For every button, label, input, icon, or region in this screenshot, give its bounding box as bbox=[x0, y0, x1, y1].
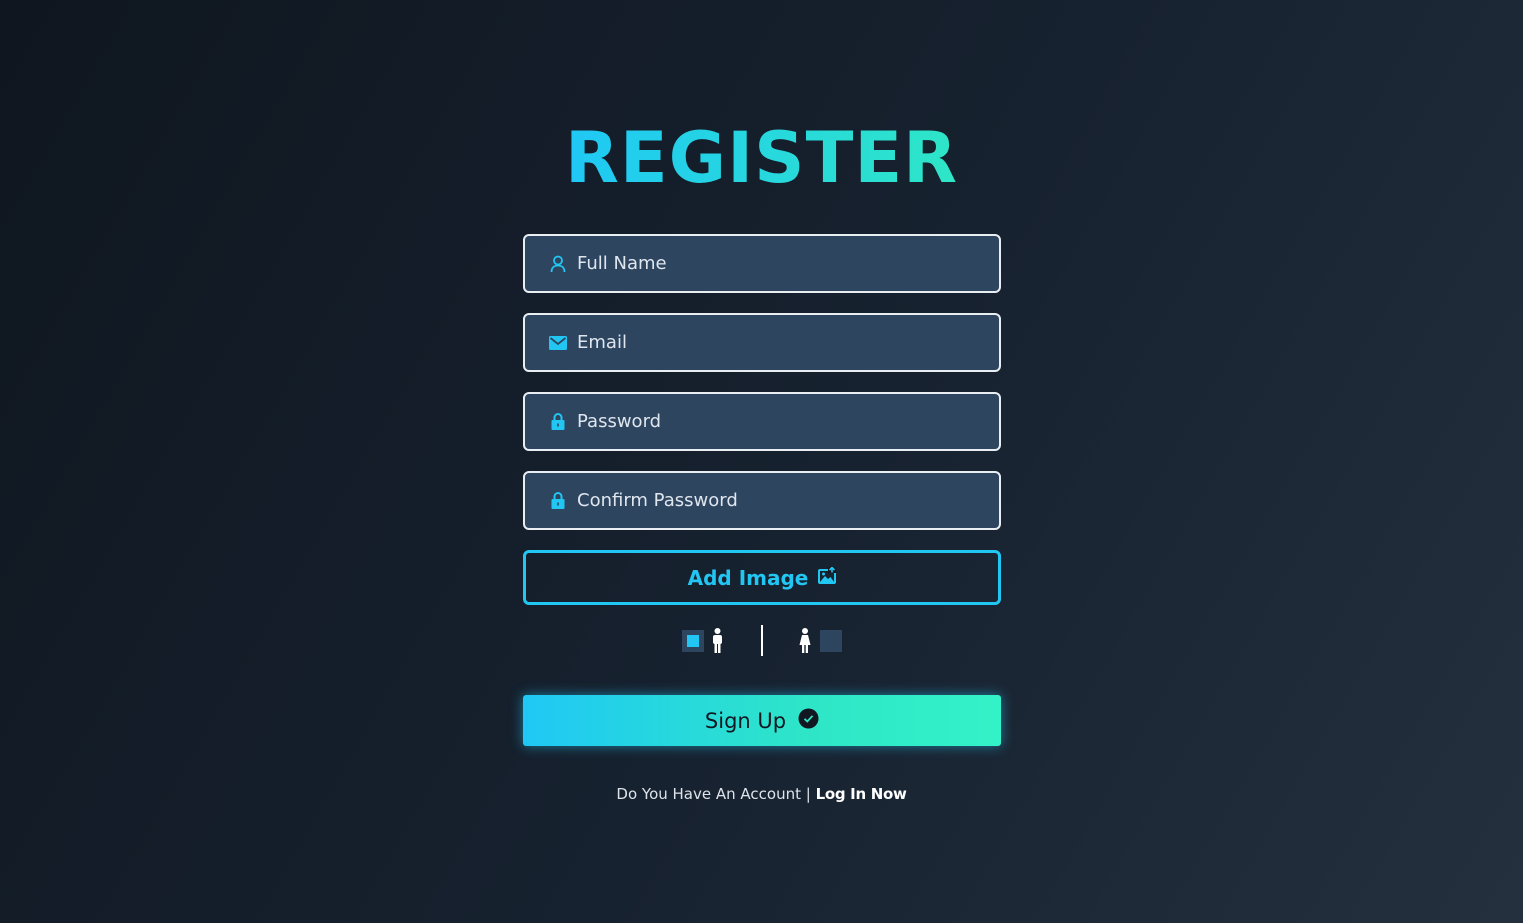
add-image-button[interactable]: Add Image bbox=[523, 550, 1001, 605]
envelope-icon bbox=[549, 334, 567, 352]
user-icon bbox=[549, 255, 567, 273]
full-name-field[interactable]: Full Name bbox=[523, 234, 1001, 293]
gender-divider bbox=[761, 625, 763, 656]
password-field[interactable]: Password bbox=[523, 392, 1001, 451]
lock-icon bbox=[549, 413, 567, 431]
confirm-password-field[interactable]: Confirm Password bbox=[523, 471, 1001, 530]
sign-up-label: Sign Up bbox=[704, 708, 787, 733]
email-placeholder: Email bbox=[577, 332, 627, 353]
check-circle-icon bbox=[798, 708, 819, 733]
lock-icon bbox=[549, 492, 567, 510]
login-prompt-text: Do You Have An Account | bbox=[616, 785, 816, 803]
sign-up-button[interactable]: Sign Up bbox=[523, 695, 1001, 746]
email-field[interactable]: Email bbox=[523, 313, 1001, 372]
login-prompt: Do You Have An Account | Log In Now bbox=[0, 785, 1523, 803]
full-name-placeholder: Full Name bbox=[577, 253, 667, 274]
image-upload-icon bbox=[818, 566, 837, 588]
male-checkbox[interactable] bbox=[682, 630, 704, 652]
gender-selector bbox=[523, 624, 1001, 658]
male-icon bbox=[712, 628, 723, 657]
page-title-text: REGISTER bbox=[564, 117, 959, 199]
female-checkbox[interactable] bbox=[820, 630, 842, 652]
female-icon bbox=[799, 628, 811, 657]
add-image-label: Add Image bbox=[687, 565, 809, 590]
confirm-password-placeholder: Confirm Password bbox=[577, 490, 738, 511]
page-title: REGISTER bbox=[0, 118, 1523, 198]
login-link[interactable]: Log In Now bbox=[816, 785, 907, 803]
password-placeholder: Password bbox=[577, 411, 662, 432]
